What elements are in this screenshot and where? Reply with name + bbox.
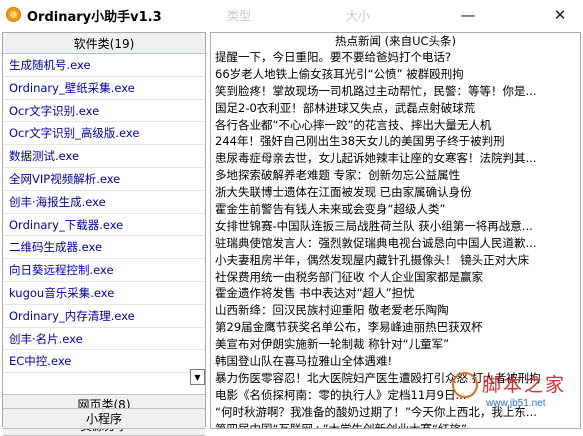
ghost-header-size: 大小 bbox=[346, 9, 371, 23]
news-item[interactable]: 笑到脸疼！掌故现场一司机路过主动帮忙，民警：等等！你是... bbox=[211, 83, 580, 100]
news-item[interactable]: 第29届金鹰节获奖名单公布，李易峰迪丽热巴获双杯 bbox=[211, 319, 580, 336]
triangle-down-icon: ▼ bbox=[194, 372, 201, 382]
minimize-button[interactable]: — bbox=[445, 0, 491, 29]
list-item[interactable]: Ordinary_内存清理.exe bbox=[3, 305, 205, 328]
category-label: 小程序 bbox=[85, 412, 122, 426]
news-item[interactable]: 驻瑞典使馆发言人：强烈敦促瑞典电视台诚恳向中国人民道歉... bbox=[211, 235, 580, 252]
news-item[interactable]: 多地探索破解养老难题 专家：创新勿忘公益属性 bbox=[211, 167, 580, 184]
news-item[interactable]: 社保费用统一由税务部门征收 个人企业国家都是赢家 bbox=[211, 269, 580, 286]
list-item[interactable]: Ordinary_壁纸采集.exe bbox=[3, 77, 205, 100]
news-item[interactable]: 山西新绛：回汉民族村迎重阳 敬老爱老乐陶陶 bbox=[211, 302, 580, 319]
news-item[interactable]: 244年！强奸自己刚出生38天女儿的美国男子终于被判刑 bbox=[211, 133, 580, 150]
watermark: 脚本之家 www.jb51.net bbox=[452, 368, 582, 422]
watermark-logo-icon bbox=[452, 372, 478, 398]
window-title: Ordinary小助手v1.3 bbox=[27, 10, 162, 25]
minimize-icon: — bbox=[460, 5, 476, 24]
list-item[interactable]: Ocr文字识别.exe bbox=[3, 100, 205, 123]
list-item[interactable]: Ocr文字识别_高级版.exe bbox=[3, 122, 205, 146]
news-item[interactable]: 各行各业都“不心心摔一跤”的花言技、摔出大量无人机 bbox=[211, 117, 580, 134]
news-item[interactable]: 浙大失联博士遗体在江面被发现 已由家属确认身份 bbox=[211, 184, 580, 201]
watermark-text: 脚本之家 bbox=[482, 374, 567, 396]
category-software[interactable]: 软件类(19) bbox=[3, 33, 205, 54]
list-item[interactable]: 创丰·名片.exe bbox=[3, 328, 205, 351]
news-item[interactable]: 提醒一下，今日重阳。要不要给爸妈打个电话? bbox=[211, 49, 580, 66]
news-item[interactable]: 霍金生前警告有钱人未来或会变身“超级人类” bbox=[211, 201, 580, 218]
list-item[interactable]: 生成随机号.exe bbox=[3, 54, 205, 77]
list-item[interactable]: Ordinary_下载器.exe bbox=[3, 214, 205, 237]
title-bar: Ordinary小助手v1.3 类型 大小 — ✕ bbox=[0, 0, 583, 29]
news-item[interactable]: 国足2-0衣利亚！部林进球又失点，武磊点射破球荒 bbox=[211, 100, 580, 117]
news-item[interactable]: 小夫妻租房半年，偶然发现屋内藏针孔摄像头！ 镜头正对大床 bbox=[211, 252, 580, 269]
watermark-url: www.jb51.net bbox=[486, 398, 546, 409]
software-list: 生成随机号.exe Ordinary_壁纸采集.exe Ocr文字识别.exe … bbox=[3, 54, 205, 394]
close-icon: ✕ bbox=[553, 5, 567, 24]
ghost-header-type: 类型 bbox=[227, 9, 252, 23]
list-item[interactable]: 全网VIP视频解析.exe bbox=[3, 168, 205, 191]
news-item[interactable]: 66岁老人地铁上偷女孩耳光引“公愤” 被群殴刑拘 bbox=[211, 66, 580, 83]
list-item[interactable]: EC中控.exe bbox=[3, 350, 205, 374]
news-item[interactable]: 霍金遗作将发售 书中表达对“超人”担忧 bbox=[211, 285, 580, 302]
news-item[interactable]: 女排世锦赛-中国队连扳三局战胜荷兰队 获小组第一将再战意... bbox=[211, 218, 580, 235]
news-item[interactable]: 患尿毒症母亲去世，女儿起诉她辣丰让座的女寒客！法院判其... bbox=[211, 150, 580, 167]
category-label: 软件类(19) bbox=[73, 36, 135, 51]
news-item[interactable]: 美宣布对伊朗实施新一轮制裁 称针对“儿童军” bbox=[211, 336, 580, 353]
app-icon bbox=[6, 7, 21, 22]
list-item[interactable]: 创丰·海报生成.exe bbox=[3, 191, 205, 214]
list-item[interactable]: kugou音乐采集.exe bbox=[3, 282, 205, 305]
list-item[interactable]: 向日葵远程控制.exe bbox=[3, 259, 205, 282]
category-miniprogram[interactable]: 小程序 bbox=[3, 408, 205, 429]
category-panel: 软件类(19) 生成随机号.exe Ordinary_壁纸采集.exe Ocr文… bbox=[2, 32, 206, 436]
news-header: 热点新闻 (来自UC头条) bbox=[334, 34, 457, 48]
list-item[interactable]: 二维码生成器.exe bbox=[3, 236, 205, 260]
close-button[interactable]: ✕ bbox=[537, 0, 583, 29]
dropdown-button[interactable]: ▼ bbox=[190, 369, 205, 385]
list-item[interactable]: 数据测试.exe bbox=[3, 145, 205, 168]
